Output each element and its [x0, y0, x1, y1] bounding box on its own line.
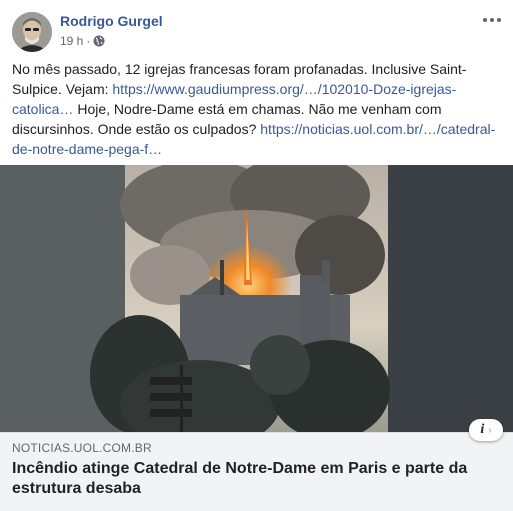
- avatar-photo-icon: [12, 12, 52, 52]
- post-meta: 19 h ·: [60, 34, 105, 48]
- post-text: No mês passado, 12 igrejas francesas for…: [12, 59, 502, 159]
- more-options-icon[interactable]: [481, 10, 503, 30]
- facebook-post: Rodrigo Gurgel 19 h · No mês passado, 12…: [0, 0, 513, 511]
- chevron-right-icon: ›: [488, 424, 492, 436]
- avatar[interactable]: [12, 12, 52, 52]
- info-icon: i: [480, 422, 485, 437]
- author-name[interactable]: Rodrigo Gurgel: [60, 13, 163, 29]
- globe-icon[interactable]: [93, 35, 105, 47]
- link-preview-caption[interactable]: NOTICIAS.UOL.COM.BR Incêndio atinge Cate…: [0, 432, 513, 511]
- meta-separator: ·: [86, 34, 91, 48]
- info-button[interactable]: i ›: [469, 419, 503, 441]
- post-time[interactable]: 19 h: [60, 34, 83, 48]
- cathedral-fire-photo-icon: [0, 165, 513, 433]
- link-title[interactable]: Incêndio atinge Catedral de Notre-Dame e…: [12, 459, 492, 499]
- link-domain: NOTICIAS.UOL.COM.BR: [12, 441, 152, 455]
- post-header: Rodrigo Gurgel 19 h ·: [12, 8, 505, 52]
- link-preview-image[interactable]: [0, 165, 513, 433]
